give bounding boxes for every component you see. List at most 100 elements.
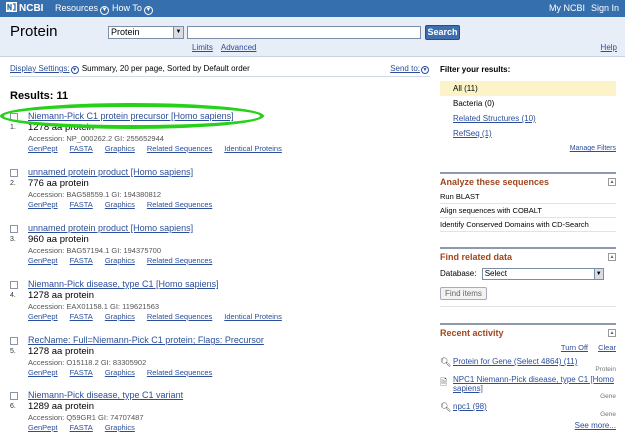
turn-off-link[interactable]: Turn Off [561,343,588,352]
graphics-link[interactable]: Graphics [105,312,135,321]
graphics-link[interactable]: Graphics [105,144,135,153]
find-items-button[interactable]: Find items [440,287,487,300]
genpept-link[interactable]: GenPept [28,144,58,153]
account-links: My NCBI Sign In [543,3,619,13]
database-select[interactable]: Protein ▼ [108,26,184,39]
result-title-link[interactable]: unnamed protein product [Homo sapiens] [28,223,193,233]
fasta-link[interactable]: FASTA [70,368,93,377]
manage-filters-link[interactable]: Manage Filters [570,145,616,152]
result-accession: Accession: O15118.2 GI: 83305902 [28,358,147,367]
graphics-link[interactable]: Graphics [105,200,135,209]
resources-menu[interactable]: Resources ▼ [55,3,110,15]
result-size: 776 aa protein [28,178,89,189]
recent-item-link[interactable]: npc1 (98) [453,402,487,411]
related-sequences-link[interactable]: Related Sequences [147,312,212,321]
related-sequences-link[interactable]: Related Sequences [147,144,212,153]
display-settings-link[interactable]: Display Settings: [10,64,70,73]
fasta-link[interactable]: FASTA [70,144,93,153]
graphics-link[interactable]: Graphics [105,423,135,432]
send-to-menu[interactable]: Send to: ▼ [390,64,430,74]
result-number: 3. [10,236,16,243]
collapse-icon[interactable]: ▲ [608,178,616,186]
result-checkbox[interactable] [10,337,18,345]
recent-item-tag: Protein [595,366,616,373]
ncbi-logo-icon [6,2,17,12]
help-link[interactable]: Help [601,43,617,52]
display-settings-row: Display Settings: ▼ Summary, 20 per page,… [10,64,430,74]
send-to-link[interactable]: Send to: [390,64,420,73]
filter-item-related-structures[interactable]: Related Structures (10) [453,114,536,123]
result-checkbox[interactable] [10,225,18,233]
search-input[interactable] [187,26,421,39]
divider [440,306,616,307]
related-database-select[interactable]: Select ▼ [481,268,604,280]
result-item: 4. Niemann-Pick disease, type C1 [Homo s… [10,279,430,331]
fasta-link[interactable]: FASTA [70,423,93,432]
recent-activity-panel: Recent activity ▲ Turn Off Clear 🔍︎ Prote… [440,323,616,430]
result-title-link[interactable]: Niemann-Pick disease, type C1 [Homo sapi… [28,279,219,289]
result-title-link[interactable]: Niemann-Pick disease, type C1 variant [28,390,183,400]
genpept-link[interactable]: GenPept [28,312,58,321]
see-more-link[interactable]: See more... [575,421,616,430]
result-number: 2. [10,180,16,187]
fasta-link[interactable]: FASTA [70,200,93,209]
ncbi-logo-text: NCBI [19,3,44,14]
result-title-link[interactable]: unnamed protein product [Homo sapiens] [28,167,193,177]
graphics-link[interactable]: Graphics [105,256,135,265]
result-links: GenPept FASTA Graphics Related Sequences Ide… [28,312,294,321]
identical-proteins-link[interactable]: Identical Proteins [224,144,282,153]
cd-search-link[interactable]: Identify Conserved Domains with CD-Searc… [440,218,616,232]
filter-item-refseq[interactable]: RefSeq (1) [453,129,492,138]
result-checkbox[interactable] [10,281,18,289]
result-links: GenPept FASTA Graphics [28,423,147,432]
collapse-icon[interactable]: ▲ [608,253,616,261]
genpept-link[interactable]: GenPept [28,200,58,209]
result-checkbox[interactable] [10,392,18,400]
related-sequences-link[interactable]: Related Sequences [147,368,212,377]
genpept-link[interactable]: GenPept [28,256,58,265]
recent-item-link[interactable]: Protein for Gene (Select 4864) (11) [453,357,577,366]
related-sequences-link[interactable]: Related Sequences [147,256,212,265]
cobalt-link[interactable]: Align sequences with COBALT [440,204,616,218]
search-button[interactable]: Search [425,25,460,40]
related-heading: Find related data [440,252,513,262]
result-links: GenPept FASTA Graphics Related Sequences [28,368,224,377]
recent-item-tag: Gene [600,411,616,418]
result-item: 5. RecName: Full=Niemann-Pick C1 protein… [10,335,430,387]
run-blast-link[interactable]: Run BLAST [440,190,616,204]
limits-link[interactable]: Limits [192,43,213,52]
result-title-link[interactable]: RecName: Full=Niemann-Pick C1 protein; F… [28,335,264,345]
chevron-down-icon: ▼ [421,66,429,74]
howto-menu[interactable]: How To ▼ [112,3,153,15]
result-size: 960 aa protein [28,234,89,245]
recent-item-link[interactable]: NPC1 Niemann-Pick disease, type C1 [Homo… [453,375,614,393]
recent-controls: Turn Off Clear [440,341,616,355]
fasta-link[interactable]: FASTA [70,312,93,321]
fasta-link[interactable]: FASTA [70,256,93,265]
graphics-link[interactable]: Graphics [105,368,135,377]
result-accession: Accession: NP_000262.2 GI: 255652944 [28,134,164,143]
clear-link[interactable]: Clear [598,343,616,352]
result-links: GenPept FASTA Graphics Related Sequences [28,200,224,209]
related-sequences-link[interactable]: Related Sequences [147,200,212,209]
filter-item-all[interactable]: All (11) [440,81,616,96]
genpept-link[interactable]: GenPept [28,368,58,377]
result-size: 1278 aa protein [28,290,95,301]
genpept-link[interactable]: GenPept [28,423,58,432]
ncbi-logo[interactable]: NCBI [6,2,43,14]
sign-in-link[interactable]: Sign In [591,3,619,13]
my-ncbi-link[interactable]: My NCBI [549,3,585,13]
collapse-icon[interactable]: ▲ [608,329,616,337]
resources-label: Resources [55,3,99,13]
result-checkbox[interactable] [10,169,18,177]
advanced-link[interactable]: Advanced [221,43,257,52]
divider [10,76,430,77]
filter-panel: Filter your results: All (11) Bacteria (… [440,62,616,152]
chevron-down-icon[interactable]: ▼ [70,66,79,74]
related-data-panel: Find related data ▲ Database: Select ▼ Fin… [440,247,616,307]
result-accession: Accession: BAG57194.1 GI: 194375700 [28,246,162,255]
search-header: Protein Protein ▼ Search Limits Advanced H… [0,17,625,57]
identical-proteins-link[interactable]: Identical Proteins [224,312,282,321]
result-accession: Accession: Q59GR1 GI: 74707487 [28,413,144,422]
database-select-value: Protein [111,27,140,37]
